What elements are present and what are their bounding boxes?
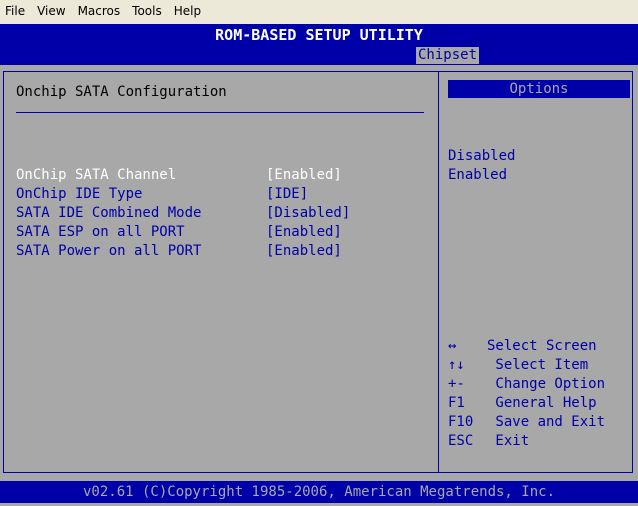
help-select-screen: ↔ Select Screen (448, 337, 628, 355)
copyright-footer: v02.61 (C)Copyright 1985-2006, American … (0, 481, 638, 503)
help-exit: ESC Exit (448, 432, 628, 450)
setting-value[interactable]: [IDE] (266, 185, 308, 203)
setting-onchip-ide-type[interactable]: OnChip IDE Type [IDE] (16, 185, 426, 203)
setting-sata-power-all-port[interactable]: SATA Power on all PORT [Enabled] (16, 242, 426, 260)
help-desc: Exit (487, 433, 530, 449)
help-desc: General Help (487, 395, 597, 411)
menu-help[interactable]: Help (168, 4, 207, 18)
menu-file[interactable]: File (0, 4, 31, 18)
menu-macros[interactable]: Macros (72, 4, 127, 18)
plus-minus-icon: +- (448, 376, 465, 392)
tab-bar: Chipset (0, 46, 638, 65)
tab-chipset[interactable]: Chipset (416, 47, 480, 64)
panel-divider (438, 72, 439, 472)
help-save-exit: F10 Save and Exit (448, 413, 628, 431)
setting-value[interactable]: [Enabled] (266, 223, 342, 241)
setting-label: SATA ESP on all PORT (16, 224, 185, 240)
setting-sata-esp-all-port[interactable]: SATA ESP on all PORT [Enabled] (16, 223, 426, 241)
help-key: F1 (448, 395, 465, 411)
menu-tools[interactable]: Tools (126, 4, 168, 18)
setting-value[interactable]: [Disabled] (266, 204, 350, 222)
setting-value[interactable]: [Enabled] (266, 166, 342, 184)
setting-label: SATA IDE Combined Mode (16, 205, 202, 221)
option-enabled[interactable]: Enabled (448, 166, 507, 184)
left-right-arrow-icon: ↔ (448, 338, 457, 354)
bios-screen: ROM-BASED SETUP UTILITY Chipset Onchip S… (0, 24, 638, 506)
setting-sata-ide-combined-mode[interactable]: SATA IDE Combined Mode [Disabled] (16, 204, 426, 222)
option-disabled[interactable]: Disabled (448, 147, 515, 165)
help-select-item: ↑↓ Select Item (448, 356, 628, 374)
section-divider (16, 112, 424, 113)
setting-value[interactable]: [Enabled] (266, 242, 342, 260)
help-desc: Select Item (487, 357, 589, 373)
options-header: Options (448, 80, 630, 98)
help-desc: Save and Exit (487, 414, 606, 430)
section-title: Onchip SATA Configuration (16, 84, 227, 100)
up-down-arrow-icon: ↑↓ (448, 357, 465, 373)
help-change-option: +- Change Option (448, 375, 628, 393)
setting-label: OnChip SATA Channel (16, 167, 177, 183)
help-desc: Select Screen (487, 338, 597, 354)
setup-frame: Onchip SATA Configuration OnChip SATA Ch… (3, 71, 633, 473)
help-key: ESC (448, 433, 474, 449)
setting-onchip-sata-channel[interactable]: OnChip SATA Channel [Enabled] (16, 166, 426, 184)
menu-view[interactable]: View (31, 4, 71, 18)
menu-bar: File View Macros Tools Help (0, 0, 638, 22)
setting-label: SATA Power on all PORT (16, 243, 202, 259)
help-key: F10 (448, 414, 474, 430)
setting-label: OnChip IDE Type (16, 186, 143, 202)
help-general-help: F1 General Help (448, 394, 628, 412)
help-desc: Change Option (487, 376, 606, 392)
setup-title: ROM-BASED SETUP UTILITY (0, 24, 638, 46)
